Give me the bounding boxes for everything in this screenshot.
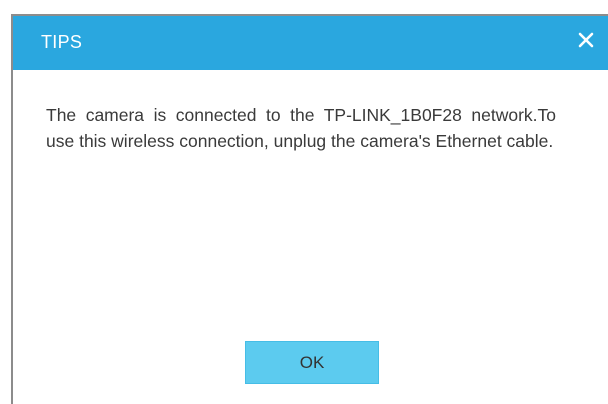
ok-button-label: OK bbox=[299, 352, 325, 372]
close-icon[interactable] bbox=[574, 28, 598, 52]
tips-dialog: TIPS The camera is connected to the TP-L… bbox=[11, 14, 608, 404]
dialog-titlebar: TIPS bbox=[13, 16, 608, 70]
top-strip bbox=[0, 0, 608, 14]
dialog-title: TIPS bbox=[41, 32, 83, 52]
dialog-message: The camera is connected to the TP-LINK_1… bbox=[46, 105, 556, 151]
ok-button[interactable]: OK bbox=[245, 341, 379, 384]
screen: TIPS The camera is connected to the TP-L… bbox=[0, 0, 608, 404]
